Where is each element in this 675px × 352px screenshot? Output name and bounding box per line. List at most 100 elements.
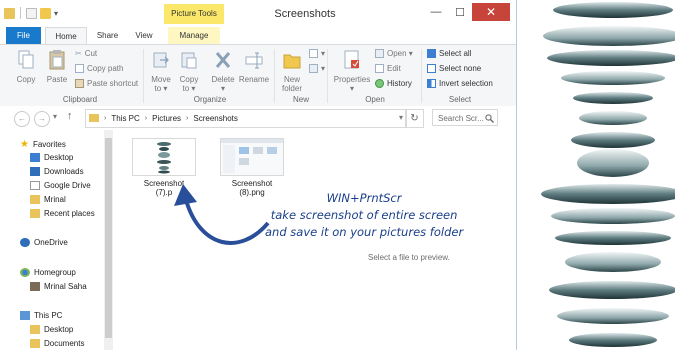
quick-access-toolbar: ▾ (4, 7, 58, 19)
downloads-icon (30, 167, 40, 176)
nav-scrollbar[interactable] (104, 130, 113, 350)
copy-to-button[interactable]: Copy to ▾ (175, 49, 203, 93)
move-to-label: Move (151, 75, 171, 84)
back-button[interactable]: ← (14, 111, 30, 127)
preview-pane-message: Select a file to preview. (368, 253, 450, 262)
arrow-up-icon: ↑ (67, 110, 73, 122)
picture-tools-header: Picture Tools (164, 4, 224, 24)
copy-button[interactable]: Copy (12, 49, 40, 84)
new-folder-icon[interactable] (40, 7, 51, 19)
paste-button[interactable]: Paste (43, 49, 71, 84)
copy-path-button[interactable]: Copy path (75, 64, 123, 73)
minimize-button[interactable]: — (424, 3, 448, 21)
group-clipboard-label: Clipboard (62, 95, 98, 104)
forward-button[interactable]: → (34, 111, 50, 127)
invert-selection-button[interactable]: Invert selection (427, 79, 493, 88)
title-bar: ▾ Picture Tools Screenshots — ☐ ✕ (0, 0, 516, 28)
new-item-icon (309, 49, 318, 58)
nav-downloads[interactable]: Downloads (30, 167, 84, 176)
delete-button[interactable]: Delete ▾ (208, 49, 238, 93)
nav-label: OneDrive (34, 238, 68, 247)
edit-label: Edit (387, 64, 401, 73)
open-button[interactable]: Open ▾ (375, 49, 413, 58)
tab-file[interactable]: File (6, 27, 41, 44)
nav-onedrive[interactable]: OneDrive (20, 238, 68, 247)
computer-icon (20, 311, 30, 320)
close-button[interactable]: ✕ (472, 3, 510, 21)
nav-favorites[interactable]: ★ Favorites (20, 139, 66, 150)
properties-button[interactable]: Properties ▾ (332, 49, 372, 93)
copy-label: Copy (16, 75, 36, 84)
chevron-right-icon: › (144, 115, 148, 122)
new-item-button[interactable]: ▾ (309, 49, 325, 58)
arrow-left-icon: ← (18, 114, 26, 123)
tab-share[interactable]: Share (90, 27, 125, 44)
easy-access-button[interactable]: ▾ (309, 64, 325, 73)
rename-button[interactable]: Rename (238, 49, 270, 84)
copy-to-label: Copy (179, 75, 199, 84)
nav-documents[interactable]: Documents (30, 339, 84, 348)
nav-desktop[interactable]: Desktop (30, 153, 73, 162)
chevron-down-icon[interactable]: ▾ (54, 9, 58, 18)
breadcrumb-pictures[interactable]: Pictures (152, 110, 181, 127)
copy-path-icon (75, 64, 84, 73)
tab-home[interactable]: Home (45, 27, 87, 45)
select-all-label: Select all (439, 49, 472, 58)
nav-mrinal[interactable]: Mrinal (30, 195, 66, 204)
tab-manage[interactable]: Manage (168, 27, 220, 44)
folder-icon (89, 114, 99, 122)
maximize-button[interactable]: ☐ (448, 3, 472, 21)
history-button[interactable]: History (375, 79, 412, 88)
select-none-button[interactable]: Select none (427, 64, 481, 73)
chevron-down-icon: ▾ (321, 49, 326, 58)
nav-this-pc[interactable]: This PC (20, 311, 62, 320)
move-to-button[interactable]: Move to ▾ (147, 49, 175, 93)
nav-google-drive[interactable]: Google Drive (30, 181, 91, 190)
chevron-down-icon: ▾ (321, 64, 326, 73)
breadcrumb-this-pc[interactable]: This PC (111, 110, 139, 127)
address-bar-row: ← → ▾ ↑ › This PC › Pictures › Screensho… (0, 106, 516, 130)
delete-dropdown-arrow[interactable]: ▾ (208, 84, 238, 93)
cut-button[interactable]: ✂ Cut (75, 49, 97, 58)
select-all-button[interactable]: Select all (427, 49, 471, 58)
new-folder-button[interactable]: New folder (278, 49, 306, 93)
cut-label: Cut (84, 49, 98, 58)
screenshot-thumbnail-icon (221, 139, 283, 175)
properties-icon[interactable] (26, 7, 37, 19)
refresh-icon: ↻ (410, 113, 419, 124)
address-bar[interactable]: › This PC › Pictures › Screenshots ▾ (85, 109, 407, 128)
refresh-button[interactable]: ↻ (405, 109, 424, 128)
search-input[interactable]: Search Scr... (432, 109, 498, 126)
chevron-right-icon: › (104, 115, 107, 122)
paste-shortcut-button[interactable]: Paste shortcut (75, 79, 138, 88)
nav-mrinal-saha[interactable]: Mrinal Saha (30, 282, 87, 291)
annotation-line-3: and save it on your pictures folder (265, 225, 464, 239)
clipboard-icon (49, 50, 65, 70)
nav-label: Mrinal (44, 195, 66, 204)
star-icon: ★ (20, 139, 29, 150)
delete-label: Delete (211, 75, 235, 84)
nav-recent-places[interactable]: Recent places (30, 209, 95, 218)
recent-locations-button[interactable]: ▾ (53, 112, 57, 121)
divider (143, 49, 144, 103)
breadcrumb-screenshots[interactable]: Screenshots (193, 110, 237, 127)
scrollbar-thumb[interactable] (105, 138, 112, 338)
folder-icon[interactable] (4, 7, 15, 19)
nav-label: Desktop (44, 153, 74, 162)
explorer-window: ▾ Picture Tools Screenshots — ☐ ✕ File H… (0, 0, 517, 350)
group-open-label: Open (365, 95, 385, 104)
address-dropdown-button[interactable]: ▾ (399, 113, 403, 122)
paste-shortcut-label: Paste shortcut (87, 79, 139, 88)
nav-pc-desktop[interactable]: Desktop (30, 325, 73, 334)
move-to-icon (153, 52, 169, 68)
chevron-right-icon: › (186, 115, 189, 122)
copy-path-label: Copy path (87, 64, 124, 73)
lens-thumbnail-icon (133, 139, 195, 175)
nav-homegroup[interactable]: Homegroup (20, 268, 76, 277)
tab-view[interactable]: View (128, 27, 160, 44)
up-button[interactable]: ↑ (67, 110, 73, 122)
search-placeholder: Search Scr... (438, 114, 484, 123)
folder-icon (30, 195, 40, 204)
edit-button[interactable]: Edit (375, 64, 401, 73)
properties-dropdown-arrow[interactable]: ▾ (332, 84, 372, 93)
